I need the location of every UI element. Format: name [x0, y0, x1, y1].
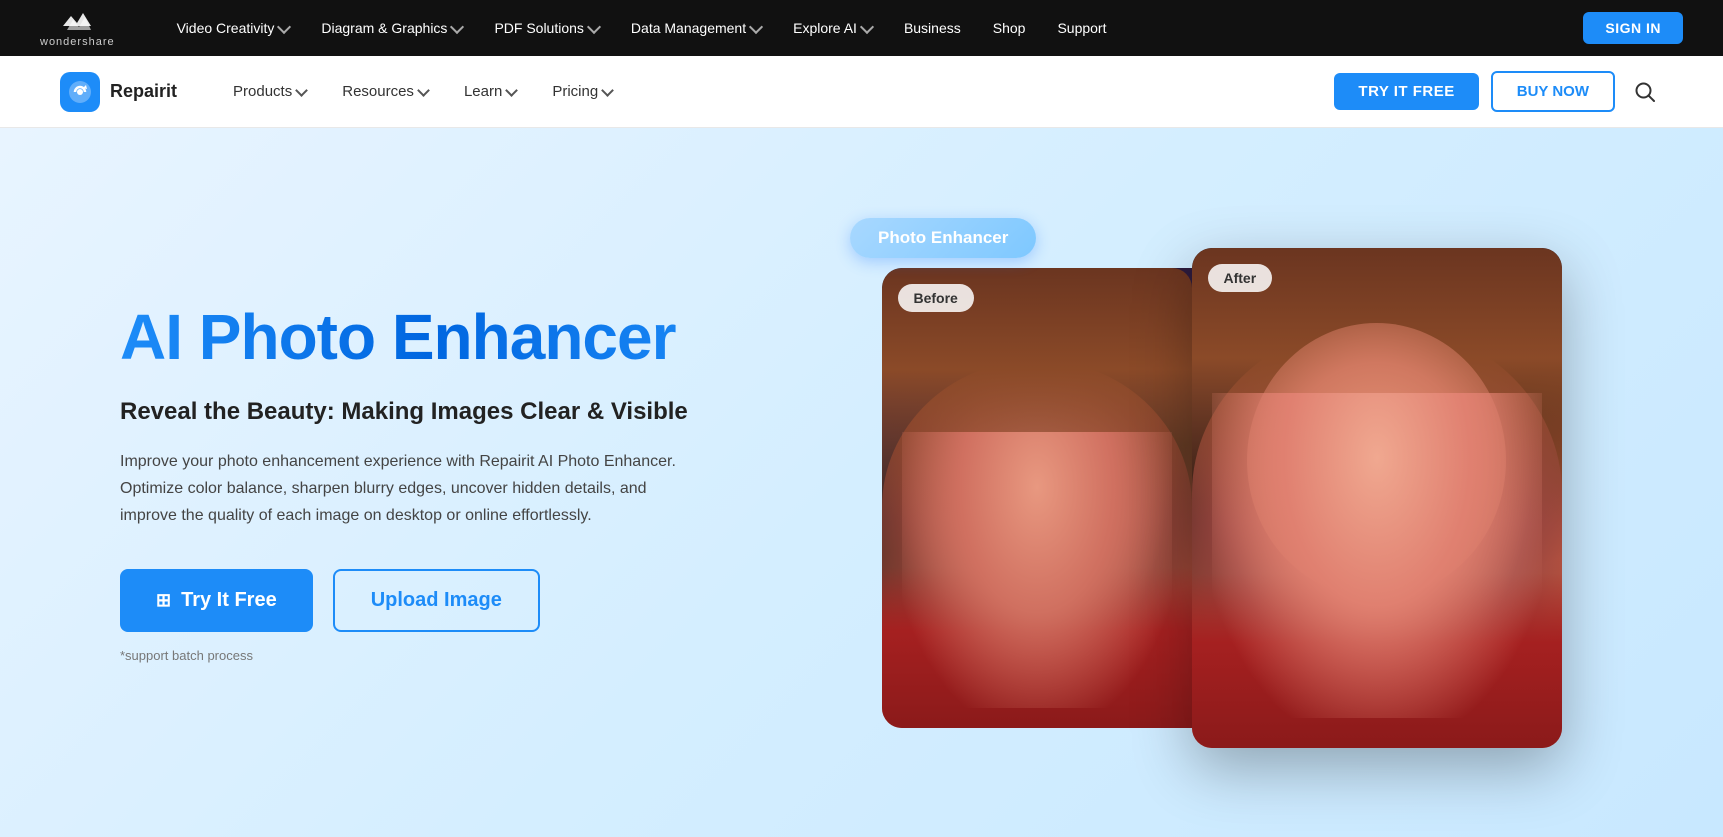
top-nav-shop[interactable]: Shop	[979, 14, 1040, 42]
sec-nav-products[interactable]: Products	[217, 75, 322, 108]
try-it-free-hero-button[interactable]: ⊞ Try It Free	[120, 569, 313, 632]
chevron-down-icon	[601, 84, 614, 97]
hero-description: Improve your photo enhancement experienc…	[120, 448, 700, 530]
chevron-down-icon	[417, 84, 430, 97]
chevron-down-icon	[505, 84, 518, 97]
hero-content: AI Photo Enhancer Reveal the Beauty: Mak…	[120, 302, 740, 663]
hero-section: AI Photo Enhancer Reveal the Beauty: Mak…	[0, 128, 1723, 837]
sec-nav-pricing[interactable]: Pricing	[536, 75, 628, 108]
before-label: Before	[898, 284, 974, 312]
chevron-down-icon	[295, 84, 308, 97]
top-nav-right: SIGN IN	[1583, 12, 1683, 44]
sec-nav-learn[interactable]: Learn	[448, 75, 532, 108]
photo-enhancer-badge: Photo Enhancer	[850, 218, 1036, 258]
signin-button[interactable]: SIGN IN	[1583, 12, 1683, 44]
top-nav-data-management[interactable]: Data Management	[617, 14, 775, 42]
image-comparison: Before After	[882, 268, 1562, 748]
sec-nav-right: TRY IT FREE BUY NOW	[1334, 71, 1663, 112]
hero-note: *support batch process	[120, 648, 740, 663]
repairit-logo[interactable]: Repairit	[60, 72, 177, 112]
before-image: Before	[882, 268, 1192, 728]
chevron-down-icon	[860, 19, 874, 33]
sec-nav-resources[interactable]: Resources	[326, 75, 444, 108]
top-nav-business[interactable]: Business	[890, 14, 975, 42]
after-label: After	[1208, 264, 1273, 292]
top-nav-pdf-solutions[interactable]: PDF Solutions	[480, 14, 612, 42]
top-nav-explore-ai[interactable]: Explore AI	[779, 14, 886, 42]
sweater-overlay	[882, 567, 1192, 728]
chevron-down-icon	[587, 19, 601, 33]
hero-subtitle: Reveal the Beauty: Making Images Clear &…	[120, 396, 740, 427]
repairit-brand-name: Repairit	[110, 81, 177, 102]
after-sweater-overlay	[1192, 573, 1562, 748]
top-nav-items: Video Creativity Diagram & Graphics PDF …	[163, 14, 1584, 42]
sec-nav-items: Products Resources Learn Pricing	[217, 75, 1334, 108]
top-nav-video-creativity[interactable]: Video Creativity	[163, 14, 304, 42]
face-after	[1247, 323, 1506, 598]
top-nav-diagram-graphics[interactable]: Diagram & Graphics	[307, 14, 476, 42]
hero-image-area: Photo Enhancer Before After	[800, 208, 1643, 758]
windows-icon: ⊞	[156, 590, 171, 611]
hero-buttons: ⊞ Try It Free Upload Image	[120, 569, 740, 632]
search-button[interactable]	[1627, 74, 1663, 110]
top-navigation: wondershare Video Creativity Diagram & G…	[0, 0, 1723, 56]
search-icon	[1634, 81, 1656, 103]
try-it-free-nav-button[interactable]: TRY IT FREE	[1334, 73, 1478, 110]
upload-image-button[interactable]: Upload Image	[333, 569, 540, 632]
after-image: After	[1192, 248, 1562, 748]
chevron-down-icon	[450, 19, 464, 33]
chevron-down-icon	[277, 19, 291, 33]
top-nav-support[interactable]: Support	[1043, 14, 1120, 42]
wondershare-brand-name: wondershare	[40, 36, 115, 48]
buy-now-button[interactable]: BUY NOW	[1491, 71, 1615, 112]
wondershare-logo[interactable]: wondershare	[40, 8, 115, 48]
hero-title: AI Photo Enhancer	[120, 302, 740, 372]
eye-shadow	[1266, 398, 1488, 448]
repairit-logo-icon	[60, 72, 100, 112]
chevron-down-icon	[749, 19, 763, 33]
secondary-navigation: Repairit Products Resources Learn Pricin…	[0, 56, 1723, 128]
